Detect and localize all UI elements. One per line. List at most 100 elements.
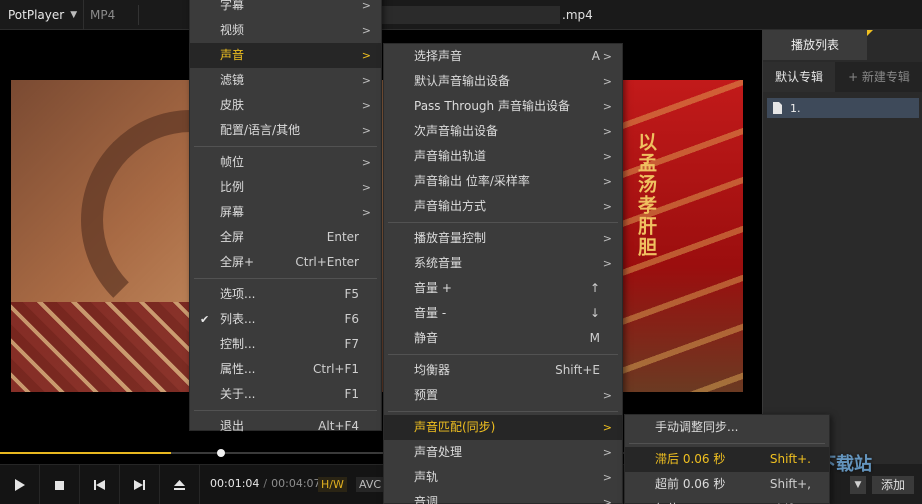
- menu-item-label: 音调: [414, 495, 439, 504]
- eject-button[interactable]: [160, 465, 200, 504]
- menu-item[interactable]: 全屏 Enter: [190, 225, 381, 250]
- playlist-down-button[interactable]: ▼: [850, 476, 866, 494]
- menu-item[interactable]: 控制... F7: [190, 332, 381, 357]
- menu-item-label: 全屏+: [220, 255, 255, 269]
- skip-back-icon: [94, 480, 105, 490]
- app-menu-button[interactable]: PotPlayer ▼: [0, 0, 84, 30]
- menu-item[interactable]: 声音输出方式 >: [384, 194, 622, 219]
- title-bar: PotPlayer ▼ MP4 .mp4: [0, 0, 922, 30]
- menu-item[interactable]: 声音 >: [190, 43, 381, 68]
- menu-item[interactable]: 手动调整同步...: [625, 415, 829, 440]
- chevron-down-icon: ▼: [70, 10, 78, 20]
- menu-item[interactable]: 帧位 >: [190, 150, 381, 175]
- menu-item-label: 属性...: [220, 362, 256, 376]
- menu-item[interactable]: 均衡器 Shift+E: [384, 358, 622, 383]
- menu-item-label: 静音: [414, 331, 439, 345]
- menu-item-shortcut: Enter: [326, 230, 359, 244]
- video-calligraphy: 以孟汤孝肝胆: [635, 132, 657, 258]
- menu-item[interactable]: 声轨 >: [384, 465, 622, 490]
- menu-item[interactable]: 配置/语言/其他 >: [190, 118, 381, 143]
- menu-item[interactable]: 静音 M: [384, 326, 622, 351]
- menu-item-label: 全屏: [220, 230, 245, 244]
- tab-default-album[interactable]: 默认专辑: [763, 62, 835, 92]
- hw-decoder-badge[interactable]: H/W: [318, 477, 347, 492]
- menu-item[interactable]: ✔ 列表... F6: [190, 307, 381, 332]
- chevron-right-icon: >: [602, 389, 612, 402]
- menu-item[interactable]: 滤镜 >: [190, 68, 381, 93]
- menu-item-label: 均衡器: [414, 363, 451, 377]
- menu-item[interactable]: 字幕 >: [190, 0, 381, 18]
- menu-item[interactable]: 声音输出 位率/采样率 >: [384, 169, 622, 194]
- skip-forward-icon: [134, 480, 145, 490]
- context-menu-main: 字幕 > 视频 > 声音 > 滤镜 > 皮肤 > 配置/语言/其他 > 帧位 > 比例 > 屏幕 > 全屏 Enter…: [189, 0, 382, 433]
- menu-item[interactable]: 次声音输出设备 >: [384, 119, 622, 144]
- playlist-item[interactable]: 1.: [767, 98, 919, 118]
- menu-item[interactable]: 默认声音输出设备 >: [384, 69, 622, 94]
- menu-item-shortcut: Ctrl+Enter: [295, 255, 359, 269]
- eject-icon: [174, 479, 185, 490]
- menu-item-label: 预置: [414, 388, 439, 402]
- chevron-right-icon: >: [361, 49, 371, 62]
- menu-item[interactable]: 关于... F1: [190, 382, 381, 407]
- chevron-right-icon: >: [361, 156, 371, 169]
- menu-item[interactable]: 系统音量 >: [384, 251, 622, 276]
- menu-item[interactable]: 声音匹配(同步) >: [384, 415, 622, 440]
- menu-item[interactable]: 选择声音 A >: [384, 44, 622, 69]
- menu-item[interactable]: 音调 >: [384, 490, 622, 504]
- menu-item[interactable]: 播放音量控制 >: [384, 226, 622, 251]
- menu-item[interactable]: 滞后 0.06 秒 Shift+.: [625, 447, 829, 472]
- codec-badge[interactable]: AVC: [356, 477, 385, 492]
- chevron-right-icon: >: [602, 257, 612, 270]
- chevron-down-icon: ▼: [854, 480, 862, 490]
- chevron-right-icon: >: [361, 181, 371, 194]
- menu-item-label: 退出: [220, 419, 245, 433]
- context-menu-sync: 手动调整同步... 滞后 0.06 秒 Shift+. 超前 0.06 秒 Shift+…: [624, 414, 830, 504]
- menu-item[interactable]: 预置 >: [384, 383, 622, 408]
- menu-item-label: 声音匹配(同步): [414, 420, 496, 434]
- menu-item[interactable]: 选项... F5: [190, 282, 381, 307]
- checkmark-icon: ✔: [200, 313, 210, 326]
- menu-item-label: 选择声音: [414, 49, 463, 63]
- menu-item[interactable]: 皮肤 >: [190, 93, 381, 118]
- add-button[interactable]: 添加: [872, 476, 914, 494]
- current-time: 00:01:04: [210, 477, 260, 490]
- menu-item[interactable]: 属性... Ctrl+F1: [190, 357, 381, 382]
- menu-item-label: 播放音量控制: [414, 231, 487, 245]
- menu-item-label: 屏幕: [220, 205, 245, 219]
- menu-separator: [194, 410, 377, 411]
- menu-separator: [629, 443, 825, 444]
- menu-separator: [194, 146, 377, 147]
- menu-item[interactable]: 超前 0.06 秒 Shift+,: [625, 472, 829, 497]
- new-album-button[interactable]: + 新建专辑: [835, 62, 922, 92]
- chevron-right-icon: >: [602, 421, 612, 434]
- menu-item[interactable]: 声音输出轨道 >: [384, 144, 622, 169]
- play-icon: [14, 479, 25, 491]
- menu-item[interactable]: 视频 >: [190, 18, 381, 43]
- chevron-right-icon: >: [602, 125, 612, 138]
- menu-item[interactable]: 比例 >: [190, 175, 381, 200]
- next-button[interactable]: [120, 465, 160, 504]
- menu-item[interactable]: 屏幕 >: [190, 200, 381, 225]
- stop-button[interactable]: [40, 465, 80, 504]
- play-button[interactable]: [0, 465, 40, 504]
- menu-item[interactable]: 音量 - ↓: [384, 301, 622, 326]
- menu-item-label: 皮肤: [220, 98, 245, 112]
- menu-item-label: 声音输出 位率/采样率: [414, 174, 530, 188]
- menu-item-shortcut: Shift+.: [769, 452, 811, 466]
- menu-separator: [388, 222, 618, 223]
- menu-item[interactable]: ✔复位Shift+/: [625, 497, 829, 504]
- menu-item[interactable]: Pass Through 声音输出设备 >: [384, 94, 622, 119]
- menu-item[interactable]: 音量 + ↑: [384, 276, 622, 301]
- previous-button[interactable]: [80, 465, 120, 504]
- menu-item-label: 列表...: [220, 312, 256, 326]
- tab-playlist[interactable]: 播放列表: [763, 30, 873, 60]
- menu-item[interactable]: 全屏+ Ctrl+Enter: [190, 250, 381, 275]
- seek-handle[interactable]: [217, 449, 226, 457]
- menu-item[interactable]: 退出 Alt+F4: [190, 414, 381, 439]
- file-icon: [773, 102, 782, 114]
- menu-item-label: 声音: [220, 48, 245, 62]
- menu-item[interactable]: 声音处理 >: [384, 440, 622, 465]
- playlist-item-label: 1.: [790, 101, 801, 115]
- menu-item-label: 控制...: [220, 337, 256, 351]
- app-name: PotPlayer: [8, 8, 65, 22]
